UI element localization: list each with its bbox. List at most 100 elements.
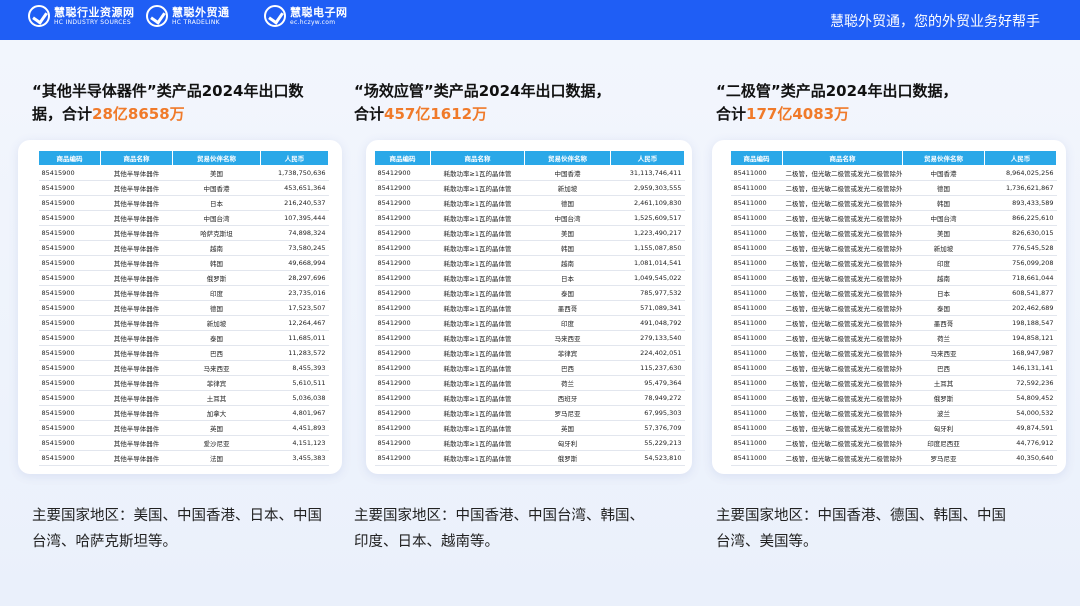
trade-partner-cell: 新加坡 xyxy=(524,180,611,196)
panel-summary: 主要国家地区：中国香港、中国台湾、韩国、印度、日本、越南等。 xyxy=(354,508,644,550)
table-row: 85415900 其他半导体器件 越南 73,580,245 xyxy=(38,240,329,256)
rmb-value-cell: 74,898,324 xyxy=(260,225,329,241)
trade-partner-cell: 新加坡 xyxy=(902,240,985,256)
table-row: 85415900 其他半导体器件 中国香港 453,651,364 xyxy=(38,180,329,196)
table-row: 85412900 耗散功率≥1瓦的晶体管 新加坡 2,959,303,555 xyxy=(374,180,685,196)
trade-partner-cell: 俄罗斯 xyxy=(524,450,611,466)
product-name-cell: 耗散功率≥1瓦的晶体管 xyxy=(430,375,525,391)
product-name-cell: 二极管，但光敏二极管或发光二极管除外 xyxy=(782,420,903,436)
product-name-cell: 其他半导体器件 xyxy=(100,330,173,346)
hs-code-cell: 85412900 xyxy=(374,195,431,211)
product-name-cell: 耗散功率≥1瓦的晶体管 xyxy=(430,405,525,421)
hs-code-cell: 85411000 xyxy=(730,420,783,436)
table-row: 85412900 耗散功率≥1瓦的晶体管 巴西 115,237,630 xyxy=(374,360,685,376)
table-row: 85411000 二极管，但光敏二极管或发光二极管除外 德国 1,736,621,86… xyxy=(730,180,1057,196)
hs-code-cell: 85412900 xyxy=(374,330,431,346)
table-row: 85411000 二极管，但光敏二极管或发光二极管除外 新加坡 776,545,528 xyxy=(730,240,1057,256)
table-row: 85415900 其他半导体器件 印度 23,735,016 xyxy=(38,285,329,301)
trade-partner-cell: 越南 xyxy=(524,255,611,271)
product-name-cell: 二极管，但光敏二极管或发光二极管除外 xyxy=(782,285,903,301)
trade-partner-cell: 日本 xyxy=(172,195,261,211)
hs-code-cell: 85415900 xyxy=(38,450,101,466)
table-row: 85411000 二极管，但光敏二极管或发光二极管除外 韩国 893,433,589 xyxy=(730,195,1057,211)
hs-code-cell: 85412900 xyxy=(374,300,431,316)
table-row: 85412900 耗散功率≥1瓦的晶体管 俄罗斯 54,523,810 xyxy=(374,450,685,466)
rmb-value-cell: 4,151,123 xyxy=(260,435,329,451)
hs-code-cell: 85411000 xyxy=(730,300,783,316)
trade-partner-cell: 韩国 xyxy=(524,240,611,256)
rmb-value-cell: 57,376,709 xyxy=(610,420,685,436)
rmb-value-cell: 72,592,236 xyxy=(984,375,1057,391)
trade-partner-cell: 德国 xyxy=(524,195,611,211)
panel-fet: “场效应管”类产品2024年出口数据， 合计457亿1612万 xyxy=(354,80,674,126)
product-name-cell: 耗散功率≥1瓦的晶体管 xyxy=(430,195,525,211)
rmb-value-cell: 202,462,689 xyxy=(984,300,1057,316)
panel-summary: 主要国家地区：中国香港、德国、韩国、中国台湾、美国等。 xyxy=(716,508,1006,550)
column-header: 人民币 xyxy=(984,150,1057,166)
product-name-cell: 二极管，但光敏二极管或发光二极管除外 xyxy=(782,300,903,316)
logo-hc-industry-sources[interactable]: 慧聪行业资源网 HC INDUSTRY SOURCES xyxy=(28,5,135,27)
table-row: 85415900 其他半导体器件 俄罗斯 28,297,696 xyxy=(38,270,329,286)
product-name-cell: 二极管，但光敏二极管或发光二极管除外 xyxy=(782,255,903,271)
rmb-value-cell: 49,874,591 xyxy=(984,420,1057,436)
table-card: 商品编码 商品名称 贸易伙伴名称 人民币 85415900 其他半导体器件 美国 1,… xyxy=(18,140,342,474)
hs-code-cell: 85411000 xyxy=(730,330,783,346)
table-row: 85415900 其他半导体器件 马来西亚 8,455,393 xyxy=(38,360,329,376)
rmb-value-cell: 73,580,245 xyxy=(260,240,329,256)
table-row: 85411000 二极管，但光敏二极管或发光二极管除外 马来西亚 168,947,98… xyxy=(730,345,1057,361)
product-name-cell: 耗散功率≥1瓦的晶体管 xyxy=(430,330,525,346)
hs-code-cell: 85411000 xyxy=(730,210,783,226)
hs-code-cell: 85411000 xyxy=(730,375,783,391)
trade-partner-cell: 泰国 xyxy=(902,300,985,316)
table-row: 85415900 其他半导体器件 土耳其 5,036,038 xyxy=(38,390,329,406)
rmb-value-cell: 5,610,511 xyxy=(260,375,329,391)
trade-partner-cell: 日本 xyxy=(902,285,985,301)
rmb-value-cell: 44,776,912 xyxy=(984,435,1057,451)
logo-subtitle: HC INDUSTRY SOURCES xyxy=(54,18,131,26)
product-name-cell: 耗散功率≥1瓦的晶体管 xyxy=(430,360,525,376)
rmb-value-cell: 4,801,967 xyxy=(260,405,329,421)
table-row: 85411000 二极管，但光敏二极管或发光二极管除外 墨西哥 198,188,547 xyxy=(730,315,1057,331)
product-name-cell: 耗散功率≥1瓦的晶体管 xyxy=(430,285,525,301)
trade-partner-cell: 匈牙利 xyxy=(524,435,611,451)
table-row: 85411000 二极管，但光敏二极管或发光二极管除外 土耳其 72,592,236 xyxy=(730,375,1057,391)
hc-logo-icon xyxy=(264,5,286,27)
rmb-value-cell: 54,000,532 xyxy=(984,405,1057,421)
hs-code-cell: 85415900 xyxy=(38,180,101,196)
slogan: 慧聪外贸通，您的外贸业务好帮手 xyxy=(830,14,1040,30)
rmb-value-cell: 23,735,016 xyxy=(260,285,329,301)
column-header: 贸易伙伴名称 xyxy=(902,150,985,166)
trade-partner-cell: 墨西哥 xyxy=(524,300,611,316)
panel-title-line1: “场效应管”类产品2024年出口数据， xyxy=(354,82,611,100)
product-name-cell: 其他半导体器件 xyxy=(100,345,173,361)
panel-total: 457亿1612万 xyxy=(384,105,488,123)
logo-hc-ec[interactable]: 慧聪电子网 ec.hczyw.com xyxy=(264,5,348,27)
rmb-value-cell: 1,155,087,850 xyxy=(610,240,685,256)
trade-partner-cell: 中国香港 xyxy=(172,180,261,196)
rmb-value-cell: 78,949,272 xyxy=(610,390,685,406)
column-header: 贸易伙伴名称 xyxy=(172,150,261,166)
table-row: 85411000 二极管，但光敏二极管或发光二极管除外 美国 826,630,015 xyxy=(730,225,1057,241)
product-name-cell: 耗散功率≥1瓦的晶体管 xyxy=(430,270,525,286)
hs-code-cell: 85415900 xyxy=(38,240,101,256)
hs-code-cell: 85411000 xyxy=(730,165,783,181)
trade-partner-cell: 菲律宾 xyxy=(524,345,611,361)
rmb-value-cell: 224,402,051 xyxy=(610,345,685,361)
trade-partner-cell: 印度 xyxy=(524,315,611,331)
product-name-cell: 其他半导体器件 xyxy=(100,255,173,271)
trade-partner-cell: 越南 xyxy=(172,240,261,256)
rmb-value-cell: 1,049,545,022 xyxy=(610,270,685,286)
trade-partner-cell: 印度尼西亚 xyxy=(902,435,985,451)
panel-title: “场效应管”类产品2024年出口数据， 合计457亿1612万 xyxy=(354,80,674,126)
table-row: 85411000 二极管，但光敏二极管或发光二极管除外 印度尼西亚 44,776,91… xyxy=(730,435,1057,451)
rmb-value-cell: 453,651,364 xyxy=(260,180,329,196)
logo-hc-tradelink[interactable]: 慧聪外贸通 HC TRADELINK xyxy=(146,5,230,27)
table-row: 85412900 耗散功率≥1瓦的晶体管 罗马尼亚 67,995,303 xyxy=(374,405,685,421)
table-row: 85415900 其他半导体器件 新加坡 12,264,467 xyxy=(38,315,329,331)
hs-code-cell: 85412900 xyxy=(374,270,431,286)
trade-partner-cell: 西班牙 xyxy=(524,390,611,406)
rmb-value-cell: 54,523,810 xyxy=(610,450,685,466)
table-row: 85412900 耗散功率≥1瓦的晶体管 荷兰 95,479,364 xyxy=(374,375,685,391)
rmb-value-cell: 54,809,452 xyxy=(984,390,1057,406)
panel-diode: “二极管”类产品2024年出口数据， 合计177亿4083万 xyxy=(716,80,1036,126)
